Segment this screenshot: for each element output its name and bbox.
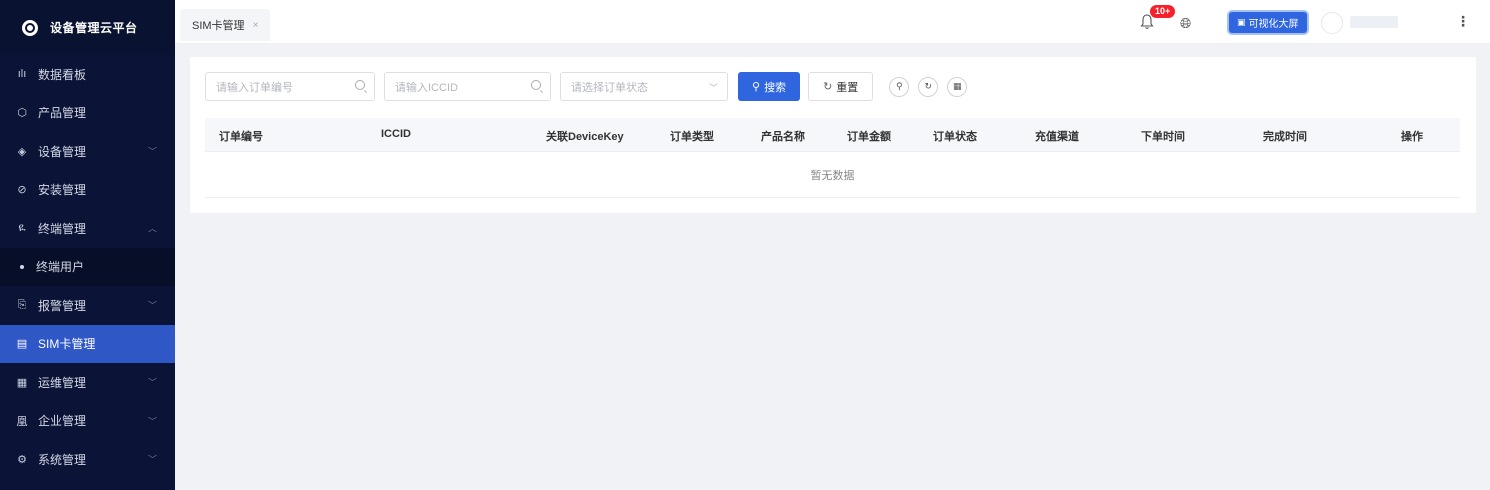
sidebar-item-4[interactable]: ዪ 终端管理 ︿ bbox=[0, 209, 175, 248]
column-header: 订单金额 bbox=[847, 131, 891, 143]
tool-icon: ▦ bbox=[16, 376, 28, 389]
building-icon: 凰 bbox=[16, 415, 28, 428]
sidebar-item-6[interactable]: ⎘ 报警管理 ﹀ bbox=[0, 286, 175, 325]
order-no-placeholder: 请输入订单编号 bbox=[216, 81, 293, 94]
order-no-input[interactable]: 请输入订单编号 bbox=[205, 72, 375, 101]
column-header: 操作 bbox=[1401, 131, 1423, 143]
order-status-placeholder: 请选择订单状态 bbox=[571, 81, 648, 94]
toggle-search-icon[interactable]: ⚲ bbox=[889, 76, 910, 97]
column-header: 订单类型 bbox=[670, 131, 714, 143]
bullet-icon bbox=[20, 264, 24, 269]
search-form: 请输入订单编号 请输入ICCID 请选择订单状态 ﹀ ⚲ 搜索 ↻ 重置 ⚲ ↻… bbox=[205, 72, 976, 101]
chevron-down-icon: ﹀ bbox=[147, 377, 157, 388]
search-icon bbox=[531, 80, 541, 90]
sidebar-item-5[interactable]: 终端用户 bbox=[0, 247, 175, 286]
alarm-icon: ⎘ bbox=[17, 298, 27, 311]
column-header: 充值渠道 bbox=[1035, 131, 1079, 143]
topbar: SIM卡管理 × 10+ 🌐︎ ▣ 可视化大屏 ⋮ bbox=[175, 0, 1490, 44]
column-header: 产品名称 bbox=[761, 131, 805, 143]
settings-circle-icon: ⊘ bbox=[17, 184, 27, 197]
sidebar-item-label: 数据看板 bbox=[38, 67, 87, 82]
app-title: 设备管理云平台 bbox=[50, 21, 138, 35]
logo-icon bbox=[22, 19, 38, 36]
globe-icon[interactable]: 🌐︎ bbox=[1180, 15, 1191, 32]
order-status-select[interactable]: 请选择订单状态 ﹀ bbox=[560, 72, 728, 101]
column-header: 订单编号 bbox=[219, 131, 263, 143]
search-icon bbox=[355, 80, 365, 90]
gear-icon: ⚙ bbox=[17, 453, 27, 466]
sidebar-item-label: 设备管理 bbox=[38, 144, 87, 159]
reset-button-label: 重置 bbox=[836, 81, 859, 94]
sidebar-item-label: 企业管理 bbox=[38, 414, 87, 429]
sidebar-item-2[interactable]: ◈ 设备管理 ﹀ bbox=[0, 132, 175, 171]
tab-sim-management[interactable]: SIM卡管理 × bbox=[180, 9, 271, 41]
sidebar-item-label: 系统管理 bbox=[38, 452, 87, 467]
chevron-up-icon: ︿ bbox=[147, 223, 157, 234]
sidebar-item-label: 报警管理 bbox=[38, 298, 87, 313]
cube-icon: ⬡ bbox=[17, 107, 27, 120]
sidebar-item-3[interactable]: ⊘ 安装管理 bbox=[0, 171, 175, 210]
sidebar-item-label: 终端管理 bbox=[38, 221, 87, 236]
refresh-icon: ↻ bbox=[823, 81, 833, 93]
iccid-placeholder: 请输入ICCID bbox=[395, 81, 458, 94]
column-header: 完成时间 bbox=[1263, 131, 1307, 143]
chevron-down-icon: ﹀ bbox=[147, 416, 157, 427]
layers-icon: ◈ bbox=[17, 145, 27, 158]
empty-text: 暂无数据 bbox=[810, 169, 855, 182]
sim-card-icon: ▤ bbox=[16, 338, 28, 351]
sidebar-item-label: 终端用户 bbox=[36, 260, 85, 275]
search-button[interactable]: ⚲ 搜索 bbox=[738, 72, 801, 101]
column-header: 下单时间 bbox=[1141, 131, 1185, 143]
sidebar-item-7[interactable]: ▤ SIM卡管理 bbox=[0, 324, 175, 363]
sidebar: 设备管理云平台 ılı 数据看板 ⬡ 产品管理 ◈ 设备管理 ﹀ ⊘ 安装管理 ዪ 终端管理 ︿ 终端用… bbox=[0, 0, 175, 490]
more-menu-icon[interactable]: ⋮ bbox=[1456, 13, 1470, 30]
chevron-down-icon: ﹀ bbox=[147, 300, 157, 311]
search-icon: ⚲ bbox=[752, 81, 761, 93]
refresh-icon[interactable]: ↻ bbox=[918, 76, 939, 97]
tab-label: SIM卡管理 bbox=[192, 20, 245, 32]
brand: 设备管理云平台 bbox=[0, 0, 175, 55]
avatar[interactable] bbox=[1321, 12, 1343, 34]
column-header: 订单状态 bbox=[933, 131, 977, 143]
sidebar-item-label: SIM卡管理 bbox=[38, 337, 96, 352]
sidebar-item-label: 产品管理 bbox=[38, 106, 87, 121]
sidebar-item-10[interactable]: ⚙ 系统管理 ﹀ bbox=[0, 440, 175, 479]
column-header: ICCID bbox=[381, 128, 411, 140]
tab-close-icon[interactable]: × bbox=[253, 20, 259, 31]
visualization-screen-button[interactable]: ▣ 可视化大屏 bbox=[1229, 12, 1307, 33]
user-icon: ዪ bbox=[18, 221, 26, 234]
empty-state: 暂无数据 bbox=[205, 152, 1460, 198]
visualization-screen-label: 可视化大屏 bbox=[1248, 19, 1299, 30]
chevron-down-icon: ﹀ bbox=[147, 146, 157, 157]
monitor-icon: ▣ bbox=[1237, 17, 1246, 27]
sidebar-item-8[interactable]: ▦ 运维管理 ﹀ bbox=[0, 363, 175, 402]
chevron-down-icon: ﹀ bbox=[147, 454, 157, 465]
column-header: 关联DeviceKey bbox=[546, 131, 624, 143]
chart-bar-icon: ılı bbox=[17, 68, 27, 81]
notification-badge: 10+ bbox=[1150, 5, 1176, 18]
search-button-label: 搜索 bbox=[764, 81, 787, 94]
main-panel: 请输入订单编号 请输入ICCID 请选择订单状态 ﹀ ⚲ 搜索 ↻ 重置 ⚲ ↻… bbox=[190, 57, 1476, 213]
orders-table: 订单编号 ICCID 关联DeviceKey 订单类型 产品名称 订单金额 订单状态 充值渠道… bbox=[205, 118, 1460, 198]
sidebar-item-9[interactable]: 凰企业管理 ﹀ bbox=[0, 402, 175, 441]
sidebar-item-label: 运维管理 bbox=[38, 375, 87, 390]
sidebar-item-1[interactable]: ⬡ 产品管理 bbox=[0, 94, 175, 133]
columns-icon[interactable]: ▦ bbox=[947, 76, 968, 97]
sidebar-item-label: 安装管理 bbox=[38, 183, 87, 198]
chevron-down-icon: ﹀ bbox=[708, 83, 718, 93]
iccid-input[interactable]: 请输入ICCID bbox=[384, 72, 551, 101]
table-header: 订单编号 ICCID 关联DeviceKey 订单类型 产品名称 订单金额 订单状态 充值渠道… bbox=[205, 118, 1460, 152]
sidebar-item-0[interactable]: ılı 数据看板 bbox=[0, 55, 175, 94]
reset-button[interactable]: ↻ 重置 bbox=[808, 72, 874, 101]
username-redacted[interactable] bbox=[1350, 16, 1398, 28]
sidebar-menu: ılı 数据看板 ⬡ 产品管理 ◈ 设备管理 ﹀ ⊘ 安装管理 ዪ 终端管理 ︿ 终端用户 ⎘ 报警管理 ﹀ ▤… bbox=[0, 55, 175, 479]
